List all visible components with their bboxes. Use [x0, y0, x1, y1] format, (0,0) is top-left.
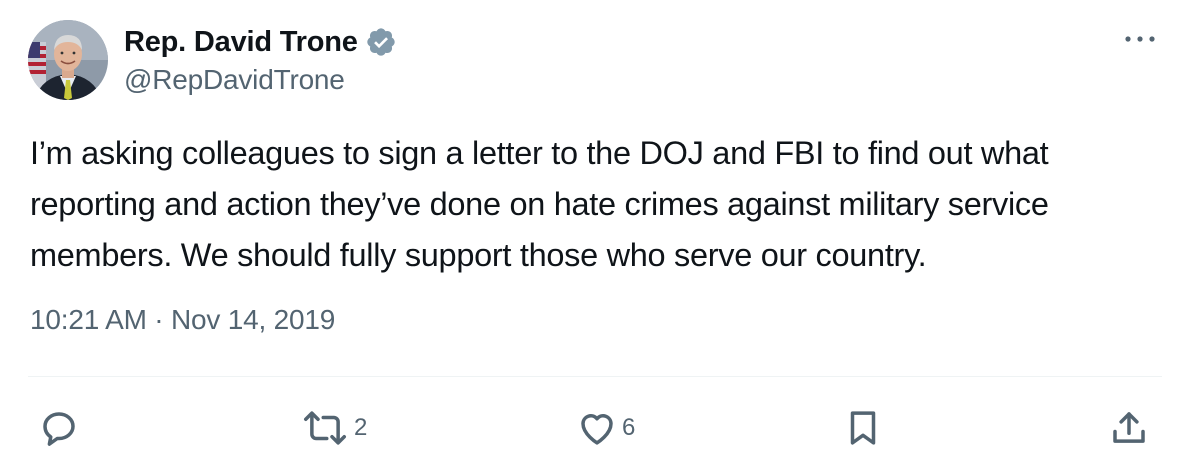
- tweet-text-line: reporting and action they’ve done on hat…: [30, 186, 1049, 222]
- display-name-row: Rep. David Trone: [124, 24, 397, 60]
- display-name[interactable]: Rep. David Trone: [124, 26, 358, 59]
- share-button[interactable]: [1108, 400, 1150, 456]
- bookmark-icon: [850, 411, 876, 445]
- heart-icon: [581, 414, 613, 445]
- reply-icon: [43, 412, 75, 446]
- tweet-header: Rep. David Trone @RepDavidTrone: [28, 20, 397, 100]
- tweet-card: Rep. David Trone @RepDavidTrone I’m aski…: [0, 0, 1190, 466]
- tweet-text: I’m asking colleagues to sign a letter t…: [30, 128, 1170, 281]
- more-icon: [1125, 36, 1155, 42]
- author-names: Rep. David Trone @RepDavidTrone: [124, 24, 397, 96]
- author-handle[interactable]: @RepDavidTrone: [124, 64, 397, 96]
- bookmark-button[interactable]: [842, 400, 884, 456]
- tweet-timestamp[interactable]: 10:21 AM · Nov 14, 2019: [30, 304, 335, 336]
- like-count: 6: [622, 414, 636, 441]
- share-icon: [1113, 412, 1145, 443]
- more-options-button[interactable]: [1120, 24, 1160, 54]
- retweet-icon: [304, 411, 346, 445]
- tweet-text-line: members. We should fully support those w…: [30, 237, 927, 273]
- profile-photo: [28, 20, 108, 100]
- retweet-button[interactable]: 2: [300, 400, 367, 456]
- verified-badge-icon[interactable]: [365, 26, 397, 58]
- reply-button[interactable]: [38, 400, 80, 456]
- divider: [28, 376, 1162, 377]
- like-button[interactable]: 6: [576, 400, 635, 456]
- action-bar: 2 6: [0, 400, 1190, 456]
- avatar[interactable]: [28, 20, 108, 100]
- retweet-count: 2: [354, 414, 368, 441]
- tweet-text-line: I’m asking colleagues to sign a letter t…: [30, 135, 1049, 171]
